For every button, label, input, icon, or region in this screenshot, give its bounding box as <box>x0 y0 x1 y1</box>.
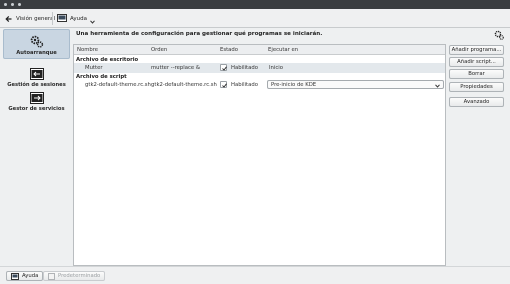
sidebar-item-label: Gestor de servicios <box>8 106 65 112</box>
row-name: gtk2-default-theme.rc.sh <box>85 82 151 88</box>
sidebar: Autoarranque Gestión de sesiones Gestor … <box>3 29 70 265</box>
advanced-button[interactable]: Avanzado <box>449 97 504 107</box>
sidebar-item-autostart[interactable]: Autoarranque <box>3 29 70 59</box>
back-arrow-icon <box>5 15 12 22</box>
window-titlebar[interactable] <box>0 0 510 9</box>
row-status: Habilitado <box>231 82 258 88</box>
chevron-down-icon <box>90 19 95 24</box>
autostart-table: Nombre Orden Estado Ejecutar en Archivo … <box>73 44 446 266</box>
enabled-checkbox[interactable] <box>220 64 227 71</box>
close-window-icon[interactable] <box>4 3 7 6</box>
help-menu-label: Ayuda <box>70 15 87 22</box>
session-icon <box>29 68 44 80</box>
minimize-window-icon[interactable] <box>11 3 14 6</box>
run-on-value: Pre-inicio de KDE <box>271 82 317 88</box>
column-header-run-on[interactable]: Ejecutar en <box>268 47 298 53</box>
table-header: Nombre Orden Estado Ejecutar en <box>74 45 445 55</box>
checkmark-icon <box>221 66 227 71</box>
add-script-button[interactable]: Añadir script... <box>449 57 504 67</box>
page-description: Una herramienta de configuración para ge… <box>76 31 323 37</box>
help-button[interactable]: Ayuda <box>6 271 44 281</box>
table-row[interactable]: gtk2-default-theme.rc.sh gtk2-default-th… <box>74 80 445 90</box>
row-command: mutter --replace & <box>151 65 200 71</box>
autostart-window: Visión general Ayuda Autoarranque Gestió… <box>0 0 510 284</box>
properties-button[interactable]: Propiedades <box>449 82 504 92</box>
help-button-label: Ayuda <box>22 273 39 279</box>
toolbar-separator <box>52 12 53 25</box>
sidebar-item-service-manager[interactable]: Gestor de servicios <box>3 89 70 112</box>
row-status: Habilitado <box>231 65 258 71</box>
help-menu-button[interactable]: Ayuda <box>57 12 95 25</box>
column-header-status[interactable]: Estado <box>220 47 238 53</box>
chevron-down-icon <box>435 83 440 88</box>
column-header-name[interactable]: Nombre <box>77 47 98 53</box>
sidebar-item-label: Gestión de sesiones <box>7 82 66 88</box>
defaults-button-label: Predeterminado <box>58 273 101 279</box>
maximize-window-icon[interactable] <box>18 3 21 6</box>
overview-label: Visión general <box>16 15 56 22</box>
services-icon <box>29 92 44 104</box>
bottom-bar: Ayuda Predeterminado <box>0 266 510 284</box>
enabled-checkbox[interactable] <box>220 81 227 88</box>
gears-icon <box>30 35 43 48</box>
row-name: Mutter <box>85 65 103 71</box>
toolbar: Visión general Ayuda <box>0 9 510 28</box>
gears-icon <box>494 30 504 40</box>
sidebar-item-session-management[interactable]: Gestión de sesiones <box>3 59 70 88</box>
defaults-button[interactable]: Predeterminado <box>43 271 106 281</box>
help-book-icon <box>11 272 19 280</box>
sidebar-item-label: Autoarranque <box>16 50 57 56</box>
checkmark-icon <box>221 83 227 88</box>
run-on-select[interactable]: Pre-inicio de KDE <box>267 80 444 89</box>
row-run-on: Inicio <box>269 65 284 71</box>
remove-button[interactable]: Borrar <box>449 69 504 79</box>
document-icon <box>48 272 55 280</box>
help-book-icon <box>57 14 67 22</box>
column-header-command[interactable]: Orden <box>151 47 167 53</box>
overview-button[interactable]: Visión general <box>5 12 55 25</box>
table-row[interactable]: Mutter mutter --replace & Habilitado Ini… <box>74 63 445 73</box>
add-program-button[interactable]: Añadir programa... <box>449 45 504 55</box>
row-command: gtk2-default-theme.rc.sh <box>151 82 217 88</box>
